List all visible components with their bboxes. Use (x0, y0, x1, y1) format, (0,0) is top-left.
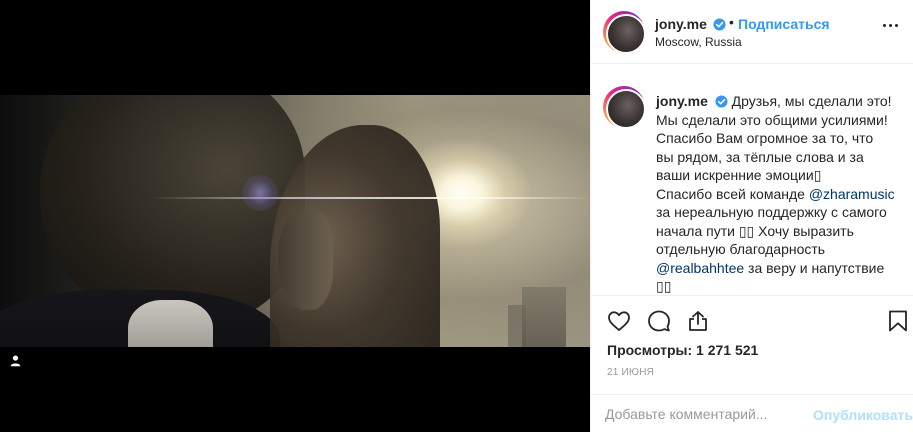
video-figure-shirt (128, 300, 213, 347)
emoji-placeholder-icon: ▯▯ (738, 222, 755, 239)
caption-line: отдельную благодарность (656, 241, 826, 257)
caption-username-link[interactable]: jony.me (656, 93, 708, 109)
caption-line: ваши искренние эмоции (656, 167, 814, 183)
caption-line: Спасибо Вам огромное за то, что (656, 130, 874, 146)
add-comment-section: Опубликовать (591, 394, 913, 432)
caption-line: Спасибо всей команде (656, 185, 809, 202)
caption-section: jony.me Друзья, мы сделали это! Мы сдела… (591, 64, 913, 296)
action-bar (591, 300, 913, 340)
emoji-placeholder-icon: ▯▯ (656, 278, 672, 294)
avatar[interactable] (603, 11, 646, 54)
verified-badge-icon (710, 16, 726, 34)
caption-line: Мы сделали это общими усилиями! (656, 111, 888, 128)
heart-icon[interactable] (605, 307, 633, 335)
caption-line: начала пути (656, 222, 739, 239)
username-link[interactable]: jony.me (655, 16, 707, 32)
bookmark-icon[interactable] (884, 307, 912, 335)
caption-line: вы рядом, за тёплые слова и за (656, 148, 864, 165)
mention-link[interactable]: @zharamusic (809, 186, 895, 202)
post-header: jony.me • Подписаться Moscow, Russia (591, 0, 913, 64)
caption-line: за веру и напутствие (744, 259, 885, 276)
ellipsis-icon[interactable] (883, 20, 903, 30)
video-figure-face (278, 210, 333, 310)
avatar[interactable] (603, 86, 646, 129)
caption-line: Хочу выразить (754, 222, 854, 239)
lens-flare (150, 197, 590, 199)
user-tag-icon[interactable] (7, 352, 23, 368)
location-link[interactable]: Moscow, Russia (655, 35, 742, 49)
video-frame[interactable] (0, 95, 590, 347)
caption-line: за нереальную поддержку с самого (656, 204, 887, 220)
share-icon[interactable] (684, 307, 712, 335)
view-count[interactable]: Просмотры: 1 271 521 (607, 342, 758, 358)
comment-input[interactable] (605, 404, 805, 424)
emoji-placeholder-icon: ▯ (813, 167, 822, 183)
caption-text: jony.me Друзья, мы сделали это! Мы сдела… (656, 92, 901, 296)
video-building (522, 287, 566, 347)
comment-icon[interactable] (645, 307, 673, 335)
mention-link[interactable]: @realbahhtee (656, 260, 744, 276)
post-sidebar: jony.me • Подписаться Moscow, Russia jon… (590, 0, 913, 432)
verified-badge-icon (715, 95, 728, 108)
post-media[interactable] (0, 0, 590, 432)
post-date[interactable]: 21 ИЮНЯ (607, 367, 654, 378)
follow-button[interactable]: Подписаться (738, 16, 830, 32)
publish-button[interactable]: Опубликовать (813, 407, 913, 423)
separator-dot: • (729, 14, 734, 30)
lens-flare-dot (242, 175, 278, 211)
caption-line: Друзья, мы сделали это! (731, 93, 892, 109)
